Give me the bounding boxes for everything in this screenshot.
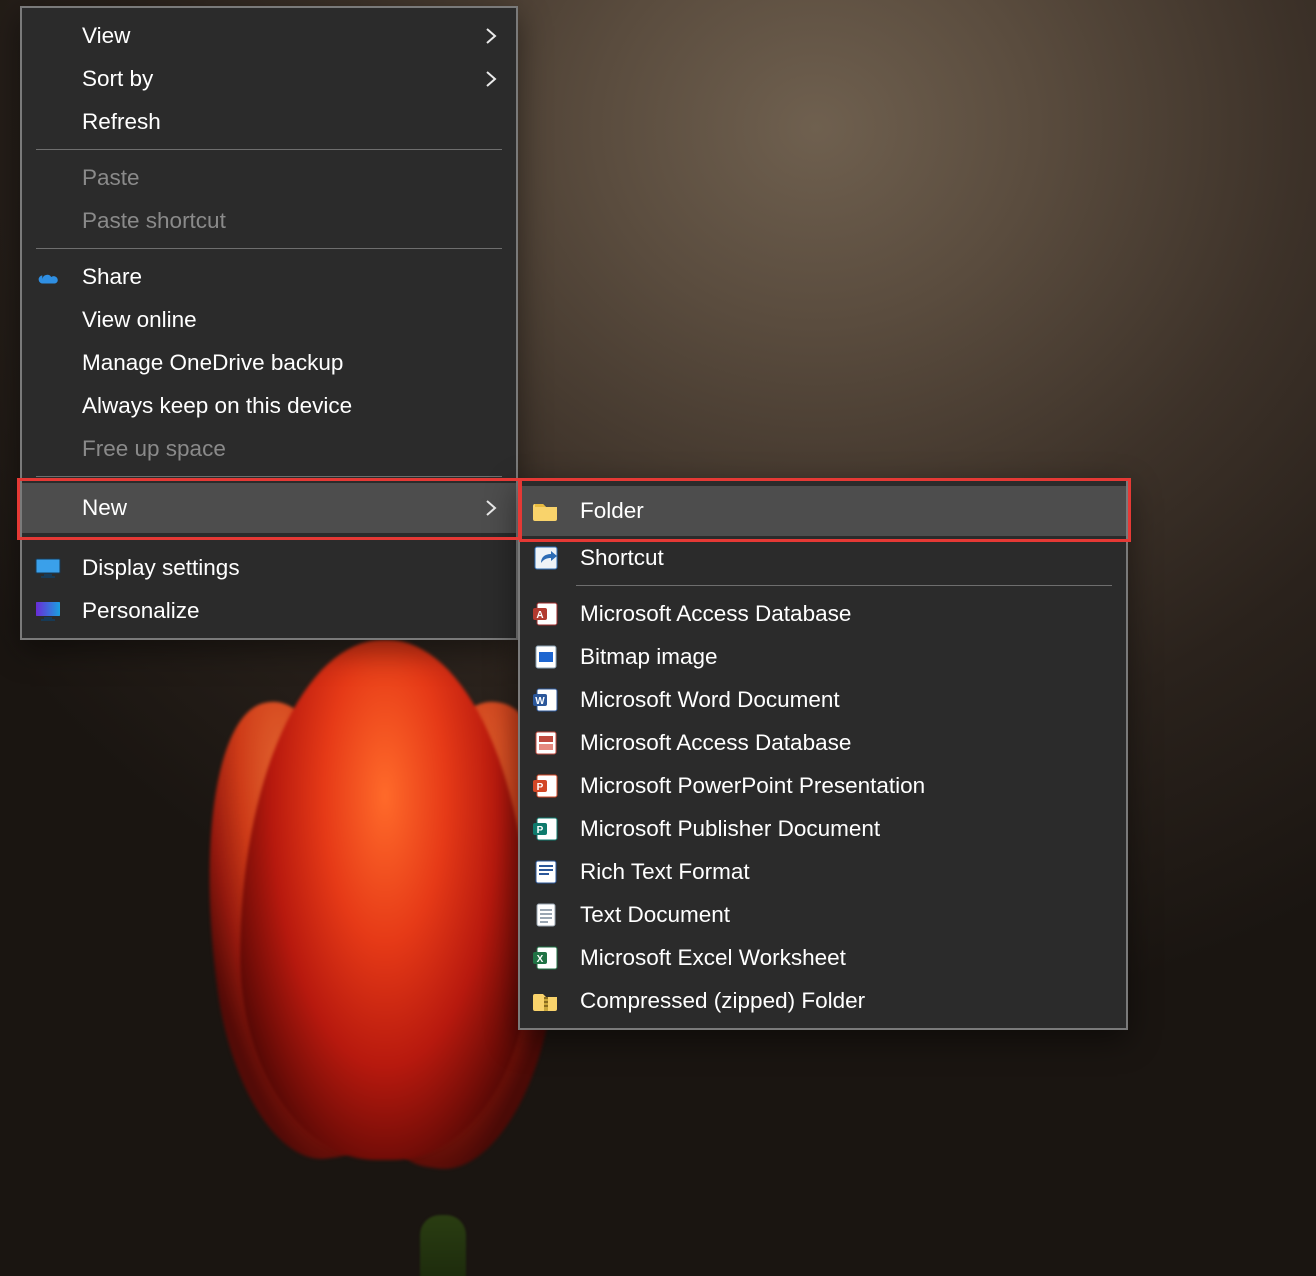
svg-text:P: P [537, 825, 544, 836]
menu-label: Text Document [580, 902, 1110, 928]
new-submenu: Folder Shortcut A Microsoft Access Datab… [518, 478, 1128, 1030]
menu-item-refresh[interactable]: Refresh [22, 100, 516, 143]
menu-item-free-up-space: Free up space [22, 427, 516, 470]
menu-label: Folder [580, 498, 1110, 524]
submenu-item-text[interactable]: Text Document [520, 893, 1126, 936]
menu-label: Microsoft Publisher Document [580, 816, 1110, 842]
menu-item-paste: Paste [22, 156, 516, 199]
menu-separator [36, 149, 502, 150]
menu-item-share[interactable]: Share [22, 255, 516, 298]
menu-separator [36, 476, 502, 477]
menu-label: Microsoft Excel Worksheet [580, 945, 1110, 971]
svg-text:X: X [537, 954, 544, 965]
menu-label: Microsoft Word Document [580, 687, 1110, 713]
menu-label: Display settings [82, 555, 500, 581]
chevron-right-icon [482, 70, 500, 88]
menu-label: Always keep on this device [82, 393, 500, 419]
folder-icon [532, 497, 560, 525]
menu-item-view[interactable]: View [22, 14, 516, 57]
access-file-icon [532, 729, 560, 757]
blank-icon [34, 108, 62, 136]
menu-label: Microsoft Access Database [580, 601, 1110, 627]
menu-separator [36, 248, 502, 249]
menu-item-display-settings[interactable]: Display settings [22, 546, 516, 589]
excel-icon: X [532, 944, 560, 972]
menu-item-manage-onedrive-backup[interactable]: Manage OneDrive backup [22, 341, 516, 384]
menu-label: Bitmap image [580, 644, 1110, 670]
menu-label: Share [82, 264, 500, 290]
personalize-icon [34, 597, 62, 625]
menu-item-paste-shortcut: Paste shortcut [22, 199, 516, 242]
menu-label: View online [82, 307, 500, 333]
menu-item-personalize[interactable]: Personalize [22, 589, 516, 632]
blank-icon [34, 22, 62, 50]
access-icon: A [532, 600, 560, 628]
blank-icon [34, 164, 62, 192]
menu-item-always-keep[interactable]: Always keep on this device [22, 384, 516, 427]
menu-label: Paste [82, 165, 500, 191]
publisher-icon: P [532, 815, 560, 843]
powerpoint-icon: P [532, 772, 560, 800]
desktop-context-menu: View Sort by Refresh Paste Paste shortcu… [20, 6, 518, 640]
zip-folder-icon [532, 987, 560, 1015]
menu-label: New [82, 495, 482, 521]
onedrive-icon [34, 263, 62, 291]
menu-item-sort-by[interactable]: Sort by [22, 57, 516, 100]
menu-label: Compressed (zipped) Folder [580, 988, 1110, 1014]
blank-icon [34, 306, 62, 334]
submenu-item-powerpoint[interactable]: P Microsoft PowerPoint Presentation [520, 764, 1126, 807]
menu-label: Shortcut [580, 545, 1110, 571]
menu-label: Manage OneDrive backup [82, 350, 500, 376]
chevron-right-icon [482, 499, 500, 517]
blank-icon [34, 65, 62, 93]
menu-label: View [82, 23, 482, 49]
svg-text:A: A [536, 610, 543, 621]
menu-label: Rich Text Format [580, 859, 1110, 885]
menu-label: Sort by [82, 66, 482, 92]
submenu-item-folder[interactable]: Folder [520, 486, 1126, 536]
svg-text:W: W [535, 696, 545, 707]
menu-label: Refresh [82, 109, 500, 135]
wallpaper-flower [200, 640, 570, 1276]
word-icon: W [532, 686, 560, 714]
submenu-item-publisher[interactable]: P Microsoft Publisher Document [520, 807, 1126, 850]
blank-icon [34, 349, 62, 377]
submenu-item-shortcut[interactable]: Shortcut [520, 536, 1126, 579]
display-settings-icon [34, 554, 62, 582]
menu-label: Microsoft PowerPoint Presentation [580, 773, 1110, 799]
blank-icon [34, 494, 62, 522]
rtf-icon [532, 858, 560, 886]
menu-separator [576, 585, 1112, 586]
submenu-item-access-database-2[interactable]: Microsoft Access Database [520, 721, 1126, 764]
shortcut-icon [532, 544, 560, 572]
menu-label: Microsoft Access Database [580, 730, 1110, 756]
menu-label: Free up space [82, 436, 500, 462]
menu-separator [36, 539, 502, 540]
svg-text:P: P [537, 782, 544, 793]
menu-item-new[interactable]: New [22, 483, 516, 533]
blank-icon [34, 392, 62, 420]
blank-icon [34, 207, 62, 235]
chevron-right-icon [482, 27, 500, 45]
menu-label: Personalize [82, 598, 500, 624]
submenu-item-zip[interactable]: Compressed (zipped) Folder [520, 979, 1126, 1022]
submenu-item-access-database[interactable]: A Microsoft Access Database [520, 592, 1126, 635]
text-file-icon [532, 901, 560, 929]
submenu-item-excel[interactable]: X Microsoft Excel Worksheet [520, 936, 1126, 979]
menu-label: Paste shortcut [82, 208, 500, 234]
submenu-item-bitmap[interactable]: Bitmap image [520, 635, 1126, 678]
bitmap-icon [532, 643, 560, 671]
menu-item-view-online[interactable]: View online [22, 298, 516, 341]
wallpaper-stem [420, 1215, 466, 1276]
submenu-item-rtf[interactable]: Rich Text Format [520, 850, 1126, 893]
submenu-item-word[interactable]: W Microsoft Word Document [520, 678, 1126, 721]
blank-icon [34, 435, 62, 463]
